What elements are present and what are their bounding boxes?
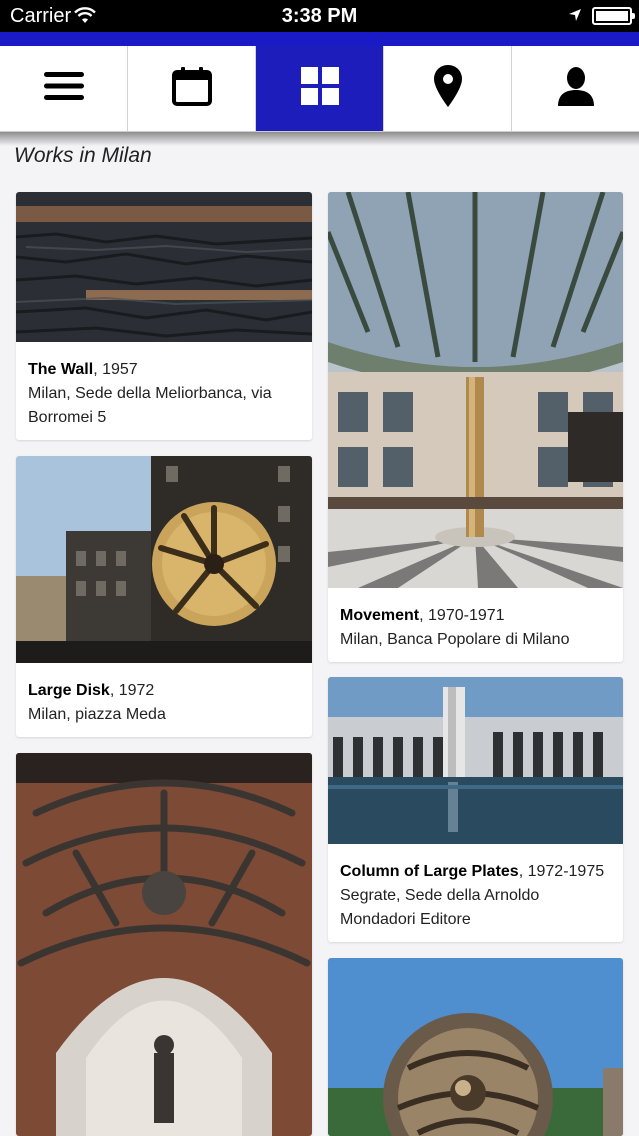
- work-year: , 1972-1975: [518, 863, 605, 880]
- tab-menu[interactable]: [0, 46, 128, 131]
- work-caption: Column of Large Plates, 1972-1975 Segrat…: [328, 844, 623, 942]
- work-location: Milan, Sede della Meliorbanca, via Borro…: [28, 385, 272, 426]
- tab-works-grid[interactable]: [256, 46, 384, 131]
- grid-icon: [300, 66, 340, 111]
- location-arrow-icon: [568, 8, 582, 27]
- work-location: Milan, Banca Popolare di Milano: [340, 631, 570, 648]
- work-location: Milan, piazza Meda: [28, 706, 166, 723]
- work-image-large-disk: [16, 456, 312, 663]
- user-icon: [556, 66, 596, 111]
- work-title: The Wall: [28, 361, 94, 378]
- accent-bar: [0, 32, 639, 46]
- work-card[interactable]: [16, 753, 312, 1136]
- work-image-the-wall: [16, 192, 312, 342]
- work-image-column-of-large-plates: [328, 677, 623, 844]
- work-caption: Movement, 1970-1971 Milan, Banca Popolar…: [328, 588, 623, 662]
- menu-icon: [43, 71, 84, 106]
- work-title: Large Disk: [28, 682, 110, 699]
- map-pin-icon: [433, 65, 462, 112]
- work-location: Segrate, Sede della Arnoldo Mondadori Ed…: [340, 887, 540, 928]
- work-card-column-of-large-plates[interactable]: Column of Large Plates, 1972-1975 Segrat…: [328, 677, 623, 942]
- work-year: , 1970-1971: [419, 607, 505, 624]
- page-title: Works in Milan: [14, 144, 152, 167]
- work-year: , 1957: [93, 361, 138, 378]
- calendar-icon: [171, 66, 212, 111]
- work-caption: The Wall, 1957 Milan, Sede della Meliorb…: [16, 342, 312, 440]
- status-bar: Carrier 3:38 PM: [0, 0, 639, 32]
- work-image: [16, 753, 312, 1136]
- clock: 3:38 PM: [281, 5, 358, 27]
- work-image-movement: [328, 192, 623, 588]
- work-title: Movement: [340, 607, 420, 624]
- work-card[interactable]: [328, 958, 623, 1136]
- work-title: Column of Large Plates: [340, 863, 519, 880]
- tab-profile[interactable]: [512, 46, 639, 131]
- work-card-large-disk[interactable]: Large Disk, 1972 Milan, piazza Meda: [16, 456, 312, 737]
- work-image: [328, 958, 623, 1136]
- work-card-the-wall[interactable]: The Wall, 1957 Milan, Sede della Meliorb…: [16, 192, 312, 440]
- work-caption: Large Disk, 1972 Milan, piazza Meda: [16, 663, 312, 737]
- work-year: , 1972: [109, 682, 155, 699]
- work-card-movement[interactable]: Movement, 1970-1971 Milan, Banca Popolar…: [328, 192, 623, 662]
- top-nav: [0, 46, 639, 132]
- tab-map[interactable]: [384, 46, 512, 131]
- battery-icon: [592, 7, 635, 25]
- tab-calendar[interactable]: [128, 46, 256, 131]
